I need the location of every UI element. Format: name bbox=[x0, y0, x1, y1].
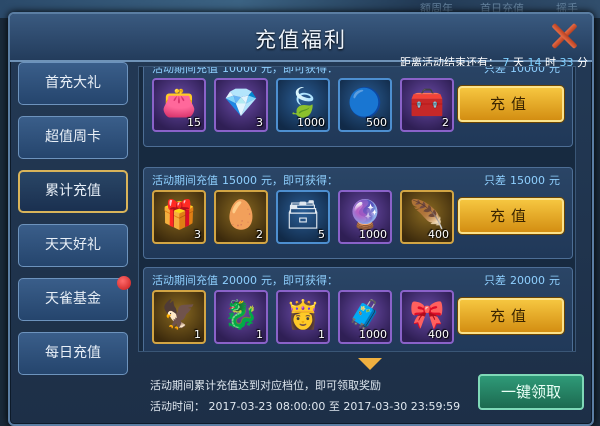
phoenix-icon: 🦅 bbox=[161, 298, 197, 331]
tier-remaining: 只差 20000 元 bbox=[480, 272, 560, 288]
activity-start: 2017-03-23 08:00:00 bbox=[208, 400, 326, 413]
reward-item[interactable]: 👛 15 bbox=[152, 78, 206, 132]
tier-requirement-amount: 15000 bbox=[222, 174, 257, 187]
reward-item[interactable]: 🔵 500 bbox=[338, 78, 392, 132]
tier-remaining-prefix: 只差 bbox=[484, 66, 506, 75]
tier-remaining-prefix: 只差 bbox=[484, 274, 506, 287]
sidebar: 首充大礼 超值周卡 累计充值 天天好礼 天雀基金 每日充值 bbox=[18, 62, 131, 386]
tier-requirement-suffix: 元，即可获得： bbox=[261, 66, 338, 75]
close-icon[interactable] bbox=[548, 20, 580, 52]
reward-item[interactable]: 🔮 1000 bbox=[338, 190, 392, 244]
tier-requirement-amount: 20000 bbox=[222, 274, 257, 287]
tier-requirement-amount: 10000 bbox=[222, 66, 257, 75]
reward-count: 3 bbox=[256, 116, 263, 129]
scroll-down-icon[interactable] bbox=[358, 358, 382, 370]
reward-count: 400 bbox=[428, 228, 449, 241]
beast-orb-icon: 🐉 bbox=[223, 298, 259, 331]
pouch-icon: 👛 bbox=[161, 86, 197, 119]
reward-count: 400 bbox=[428, 328, 449, 341]
golden-chest-icon: 🎁 bbox=[161, 198, 197, 231]
reward-item[interactable]: 🦅 1 bbox=[152, 290, 206, 344]
reward-item[interactable]: 🧳 1000 bbox=[338, 290, 392, 344]
sidebar-item-tianque-fund[interactable]: 天雀基金 bbox=[18, 276, 131, 321]
sidebar-item-weekly-card[interactable]: 超值周卡 bbox=[18, 116, 128, 159]
reward-tier: 活动期间充值 15000 元，即可获得： 只差 15000 元 🎁 3 🥚 2 🗃 5 🔮 1000 🪶 40… bbox=[143, 167, 573, 259]
reward-item[interactable]: 🐉 1 bbox=[214, 290, 268, 344]
reward-tier: 活动期间充值 10000 元，即可获得： 只差 10000 元 👛 15 💎 3 🍃 1000 🔵 500… bbox=[143, 66, 573, 147]
tier-remaining-amount: 10000 bbox=[510, 66, 545, 75]
green-egg-icon: 🥚 bbox=[223, 198, 259, 231]
sidebar-item-label: 天雀基金 bbox=[45, 291, 101, 307]
reward-count: 1000 bbox=[297, 116, 325, 129]
tier-remaining-amount: 20000 bbox=[510, 274, 545, 287]
activity-time-label: 活动时间： bbox=[150, 400, 205, 413]
reward-count: 1 bbox=[194, 328, 201, 341]
reward-item[interactable]: 👸 1 bbox=[276, 290, 330, 344]
tier-remaining-amount: 15000 bbox=[510, 174, 545, 187]
reward-count: 5 bbox=[318, 228, 325, 241]
reward-count: 3 bbox=[194, 228, 201, 241]
recharge-button[interactable]: 充值 bbox=[458, 198, 564, 234]
reward-count: 500 bbox=[366, 116, 387, 129]
reward-count: 1000 bbox=[359, 228, 387, 241]
tier-remaining-prefix: 只差 bbox=[484, 174, 506, 187]
tier-remaining-suffix: 元 bbox=[549, 174, 560, 187]
tier-remaining: 只差 10000 元 bbox=[480, 66, 560, 76]
tier-requirement-prefix: 活动期间充值 bbox=[152, 66, 218, 75]
tier-remaining-suffix: 元 bbox=[549, 274, 560, 287]
reward-count: 1000 bbox=[359, 328, 387, 341]
reward-item[interactable]: 🪶 400 bbox=[400, 190, 454, 244]
reward-item[interactable]: 💎 3 bbox=[214, 78, 268, 132]
sidebar-item-daily-recharge[interactable]: 每日充值 bbox=[18, 332, 128, 375]
reward-count: 1 bbox=[318, 328, 325, 341]
recharge-button[interactable]: 充值 bbox=[458, 298, 564, 334]
activity-end: 2017-03-30 23:59:59 bbox=[343, 400, 461, 413]
reward-item[interactable]: 🧰 2 bbox=[400, 78, 454, 132]
reward-item[interactable]: 🥚 2 bbox=[214, 190, 268, 244]
reward-count: 1 bbox=[256, 328, 263, 341]
tier-requirement-prefix: 活动期间充值 bbox=[152, 174, 218, 187]
tier-requirement-prefix: 活动期间充值 bbox=[152, 274, 218, 287]
reward-item[interactable]: 🎁 3 bbox=[152, 190, 206, 244]
tier-requirement: 活动期间充值 10000 元，即可获得： bbox=[152, 66, 342, 76]
reward-item[interactable]: 🎀 400 bbox=[400, 290, 454, 344]
tier-requirement: 活动期间充值 20000 元，即可获得： bbox=[152, 272, 342, 288]
sidebar-item-daily-gift[interactable]: 天天好礼 bbox=[18, 224, 128, 267]
tier-requirement-suffix: 元，即可获得： bbox=[261, 174, 338, 187]
blue-pearl-icon: 🔮 bbox=[347, 198, 383, 231]
reward-count: 15 bbox=[187, 116, 201, 129]
reward-count: 2 bbox=[442, 116, 449, 129]
activity-time: 活动时间： 2017-03-23 08:00:00 至 2017-03-30 2… bbox=[150, 398, 460, 414]
activity-to: 至 bbox=[328, 400, 340, 413]
tier-list[interactable]: 活动期间充值 10000 元，即可获得： 只差 10000 元 👛 15 💎 3 🍃 1000 🔵 500… bbox=[138, 66, 576, 352]
green-crystal-icon: 🍃 bbox=[285, 86, 321, 119]
feather-icon: 🪶 bbox=[409, 198, 445, 231]
activity-notice: 活动期间累计充值达到对应档位，即可领取奖励 bbox=[150, 379, 381, 392]
reward-item[interactable]: 🍃 1000 bbox=[276, 78, 330, 132]
tier-requirement-suffix: 元，即可获得： bbox=[261, 274, 338, 287]
window-title: 充值福利 bbox=[255, 28, 347, 52]
iron-chest-icon: 🗃 bbox=[285, 198, 321, 231]
claim-all-button[interactable]: 一键领取 bbox=[478, 374, 584, 410]
tier-remaining: 只差 15000 元 bbox=[480, 172, 560, 188]
treasure-chest-icon: 🧰 bbox=[409, 86, 445, 119]
red-gem-icon: 💎 bbox=[223, 86, 259, 119]
sidebar-item-cumulative-recharge[interactable]: 累计充值 bbox=[18, 170, 128, 213]
reward-count: 2 bbox=[256, 228, 263, 241]
ornate-chest-icon: 🧳 bbox=[347, 298, 383, 331]
hero-portrait-icon: 👸 bbox=[285, 298, 321, 331]
notification-badge bbox=[117, 276, 131, 290]
reward-item[interactable]: 🗃 5 bbox=[276, 190, 330, 244]
tier-requirement: 活动期间充值 15000 元，即可获得： bbox=[152, 172, 342, 188]
countdown-minutes-unit: 分 bbox=[577, 56, 588, 69]
blue-orbs-icon: 🔵 bbox=[347, 86, 383, 119]
reward-tier: 活动期间充值 20000 元，即可获得： 只差 20000 元 🦅 1 🐉 1 👸 1 🧳 1000 🎀 40… bbox=[143, 267, 573, 351]
tier-remaining-suffix: 元 bbox=[549, 66, 560, 75]
sidebar-item-first-recharge[interactable]: 首充大礼 bbox=[18, 62, 128, 105]
recharge-button[interactable]: 充值 bbox=[458, 86, 564, 122]
gift-box-icon: 🎀 bbox=[409, 298, 445, 331]
